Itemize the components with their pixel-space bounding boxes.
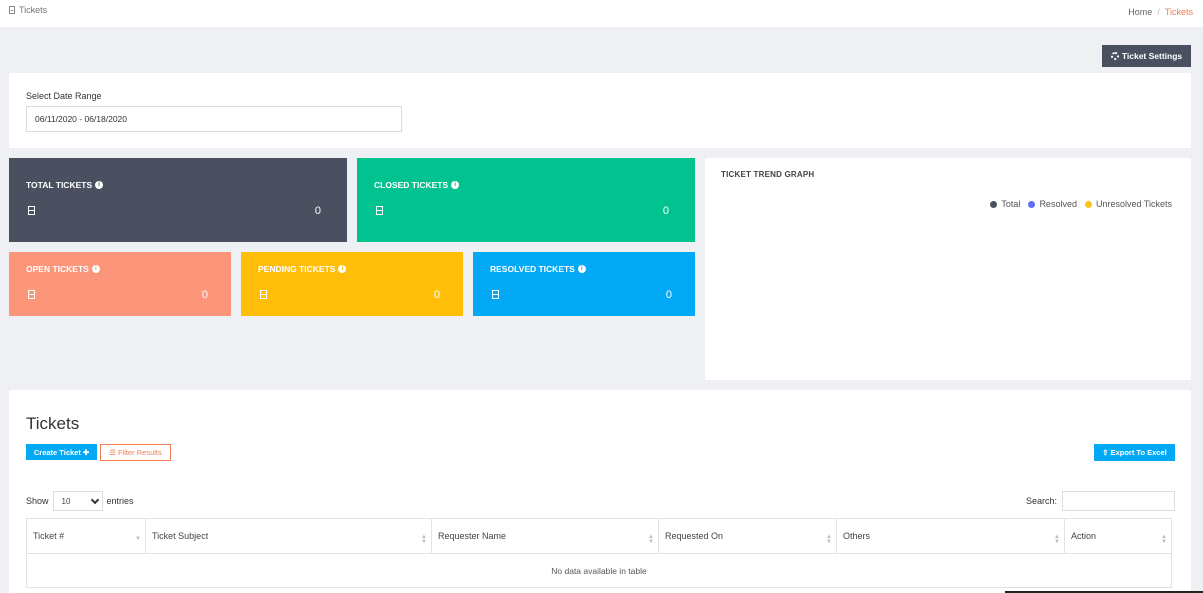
total-tickets-title: TOTAL TICKETS i (26, 180, 104, 190)
open-tickets-label: OPEN TICKETS (26, 264, 89, 274)
open-tickets-card: OPEN TICKETS i 0 (9, 252, 231, 316)
column-label: Ticket Subject (152, 531, 209, 541)
ticket-icon (28, 290, 35, 299)
tickets-table: Ticket # ▼ Ticket Subject ▲ ▼ Requester Nam… (26, 518, 1172, 588)
info-icon[interactable]: i (91, 265, 100, 273)
info-icon[interactable]: i (95, 181, 104, 189)
column-header-requester-name[interactable]: Requester Name ▲ ▼ (431, 518, 659, 554)
info-icon[interactable]: i (577, 265, 586, 273)
create-ticket-label: Create Ticket (33, 447, 81, 457)
export-excel-label: Export To Excel (1110, 448, 1167, 457)
ticket-icon (492, 290, 499, 299)
search-label: Search: (1026, 496, 1058, 506)
column-label: Ticket # (33, 531, 65, 541)
page-title: Tickets (9, 5, 47, 15)
info-icon[interactable]: i (338, 265, 347, 273)
filter-results-button[interactable]: ☰ Filter Results (100, 444, 171, 461)
legend-item-resolved[interactable]: Resolved (1028, 199, 1077, 209)
ticket-icon (376, 206, 383, 215)
total-tickets-label: TOTAL TICKETS (26, 180, 93, 190)
column-header-ticket-number[interactable]: Ticket # ▼ (26, 518, 146, 554)
sort-icon: ▲ ▼ (1161, 534, 1167, 545)
legend-dot-icon (1084, 200, 1092, 208)
resolved-tickets-card: RESOLVED TICKETS i 0 (473, 252, 695, 316)
breadcrumb: Home / Tickets (1128, 7, 1193, 17)
open-tickets-title: OPEN TICKETS i (26, 264, 100, 274)
closed-tickets-card: CLOSED TICKETS i 0 (357, 158, 695, 242)
ticket-trend-card: TICKET TREND GRAPH Total Resolved Unreso… (705, 158, 1191, 380)
plus-icon: ✚ (82, 447, 90, 457)
filter-results-label: Filter Results (117, 448, 162, 457)
total-tickets-count: 0 (314, 205, 321, 217)
table-search: Search: (1026, 491, 1176, 511)
empty-table-message: No data available in table (26, 553, 1172, 588)
breadcrumb-current: Tickets (1164, 7, 1193, 17)
breadcrumb-home[interactable]: Home (1128, 7, 1152, 17)
sort-icon: ▲ ▼ (826, 534, 832, 545)
search-input[interactable] (1062, 491, 1176, 511)
pending-tickets-card: PENDING TICKETS i 0 (241, 252, 463, 316)
column-label: Requester Name (438, 531, 507, 541)
gear-icon (1110, 52, 1119, 60)
breadcrumb-separator: / (1157, 7, 1160, 17)
legend-label: Resolved (1039, 199, 1077, 209)
ticket-icon (28, 206, 35, 215)
entries-value: 10 (61, 496, 71, 506)
page-length-control: Show 10 entries (26, 491, 134, 511)
date-range-label: Select Date Range (26, 91, 102, 101)
top-bar: Tickets Home / Tickets (0, 0, 1203, 27)
export-excel-button[interactable]: ⇪ Export To Excel (1094, 444, 1175, 461)
legend-item-total[interactable]: Total (990, 199, 1020, 209)
pending-tickets-title: PENDING TICKETS i (258, 264, 347, 274)
sliders-icon: ☰ (109, 448, 116, 457)
sort-icon: ▲ ▼ (648, 534, 654, 545)
entries-label: entries (106, 496, 134, 506)
resolved-tickets-label: RESOLVED TICKETS (490, 264, 575, 274)
page-title-text: Tickets (19, 5, 48, 15)
column-header-action[interactable]: Action ▲ ▼ (1064, 518, 1172, 554)
sort-icon: ▲ ▼ (1054, 534, 1060, 545)
tickets-card: Tickets Create Ticket ✚ ☰ Filter Results… (9, 390, 1191, 593)
legend-label: Total (1001, 199, 1021, 209)
total-tickets-card: TOTAL TICKETS i 0 (9, 158, 347, 242)
column-label: Action (1071, 531, 1097, 541)
ticket-icon (260, 290, 267, 299)
column-header-others[interactable]: Others ▲ ▼ (836, 518, 1065, 554)
legend-dot-icon (1028, 200, 1036, 208)
legend-dot-icon (990, 200, 998, 208)
trend-title: TICKET TREND GRAPH (721, 170, 815, 179)
column-label: Requested On (665, 531, 724, 541)
show-label: Show (26, 496, 49, 506)
date-range-card: Select Date Range 06/11/2020 - 06/18/202… (9, 73, 1191, 148)
sort-icon: ▲ ▼ (421, 534, 427, 545)
chart-legend: Total Resolved Unresolved Tickets (990, 199, 1172, 209)
ticket-icon (9, 6, 15, 14)
info-icon[interactable]: i (451, 181, 460, 189)
sort-desc-icon: ▼ (135, 536, 141, 542)
column-header-requested-on[interactable]: Requested On ▲ ▼ (658, 518, 837, 554)
column-label: Others (843, 531, 871, 541)
resolved-tickets-count: 0 (665, 289, 672, 301)
chevron-down-icon (90, 495, 99, 504)
table-header-row: Ticket # ▼ Ticket Subject ▲ ▼ Requester Nam… (26, 518, 1172, 554)
closed-tickets-title: CLOSED TICKETS i (374, 180, 460, 190)
export-icon: ⇪ (1102, 448, 1109, 457)
create-ticket-button[interactable]: Create Ticket ✚ (26, 444, 97, 460)
closed-tickets-label: CLOSED TICKETS (374, 180, 449, 190)
legend-label: Unresolved Tickets (1095, 199, 1172, 209)
table-row: No data available in table (26, 553, 1172, 588)
ticket-settings-button[interactable]: Ticket Settings (1102, 45, 1191, 67)
pending-tickets-label: PENDING TICKETS (258, 264, 336, 274)
legend-item-unresolved[interactable]: Unresolved Tickets (1084, 199, 1172, 209)
open-tickets-count: 0 (201, 289, 208, 301)
resolved-tickets-title: RESOLVED TICKETS i (490, 264, 586, 274)
ticket-settings-label: Ticket Settings (1121, 51, 1183, 61)
closed-tickets-count: 0 (662, 205, 669, 217)
date-range-input[interactable]: 06/11/2020 - 06/18/2020 (26, 106, 402, 132)
pending-tickets-count: 0 (433, 289, 440, 301)
tickets-heading: Tickets (26, 414, 80, 433)
column-header-ticket-subject[interactable]: Ticket Subject ▲ ▼ (145, 518, 432, 554)
entries-select[interactable]: 10 (52, 491, 103, 511)
